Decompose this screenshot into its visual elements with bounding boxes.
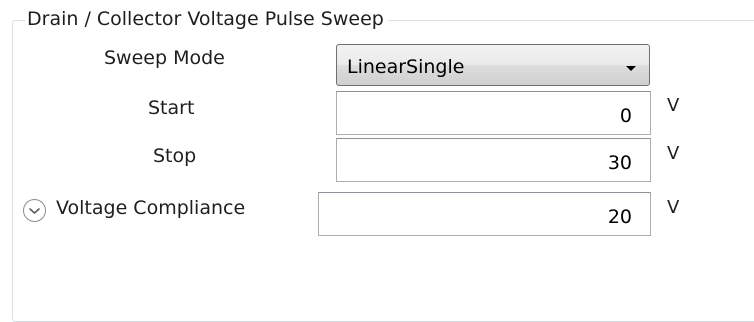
stop-value: 30: [607, 152, 632, 174]
stop-label: Stop: [153, 145, 197, 167]
compliance-label: Voltage Compliance: [56, 197, 246, 219]
stop-unit: V: [667, 143, 680, 164]
expand-chevron-icon[interactable]: [23, 199, 46, 222]
compliance-unit: V: [667, 197, 680, 218]
sweep-mode-select[interactable]: LinearSingle: [336, 44, 650, 86]
compliance-value: 20: [607, 206, 632, 228]
start-value: 0: [619, 105, 632, 127]
dropdown-arrow-icon: [626, 66, 636, 71]
start-field[interactable]: 0: [336, 91, 651, 135]
group-title: Drain / Collector Voltage Pulse Sweep: [25, 7, 388, 31]
sweep-mode-value: LinearSingle: [347, 56, 465, 78]
compliance-field[interactable]: 20: [318, 192, 651, 236]
sweep-mode-label: Sweep Mode: [104, 47, 225, 69]
start-unit: V: [667, 95, 680, 116]
chevron-down-icon: [29, 208, 40, 214]
start-label: Start: [148, 97, 195, 119]
stop-field[interactable]: 30: [336, 138, 651, 182]
